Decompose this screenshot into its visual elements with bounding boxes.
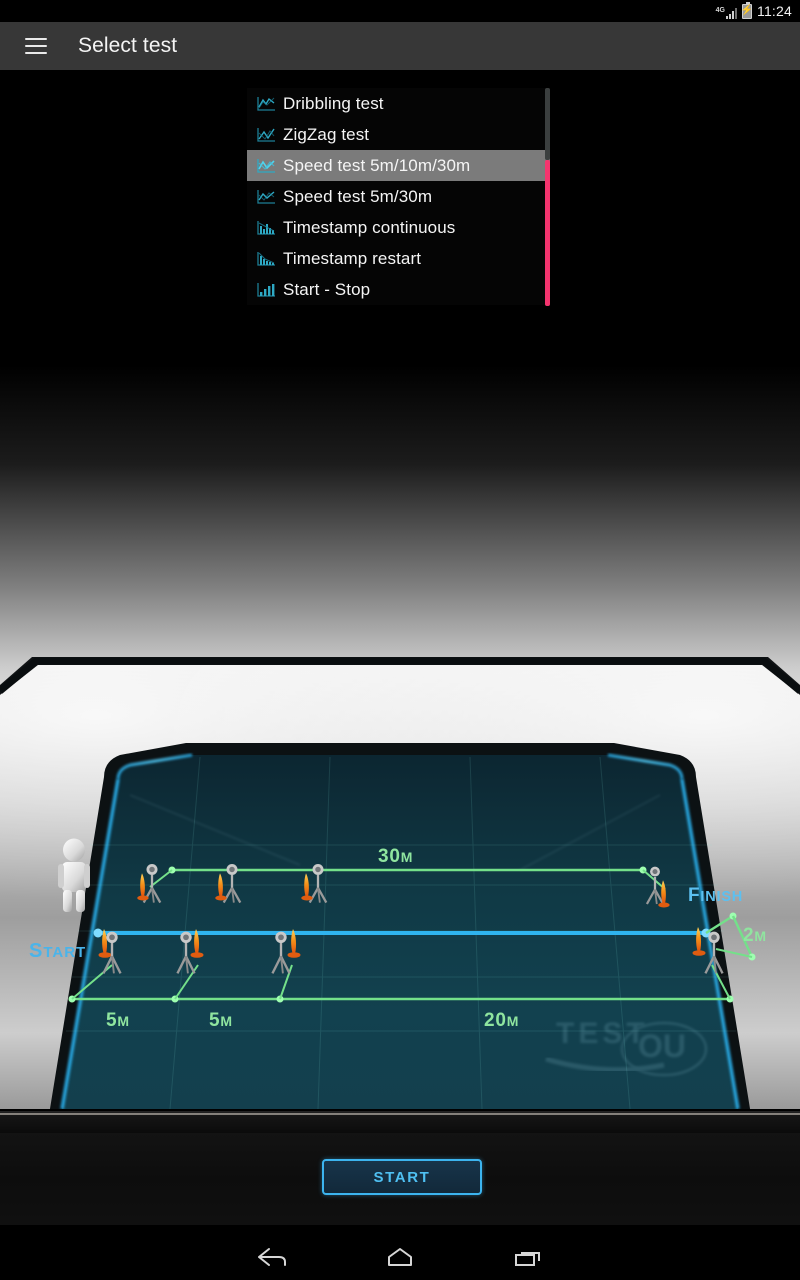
start-button[interactable]: START — [322, 1159, 482, 1195]
label-2m: 2M — [743, 925, 767, 946]
battery-bolt-glyph: ⚡ — [740, 5, 754, 16]
scrollbar-track — [545, 88, 550, 160]
bar-decline-chart-icon — [249, 215, 283, 241]
android-nav-bar — [0, 1233, 800, 1280]
field-diagram-svg: TEST OU START FINISH 30M 2M 5M 5M 20M — [0, 365, 800, 1133]
dropdown-item-label: Dribbling test — [283, 93, 384, 113]
dropdown-item-label: Start - Stop — [283, 279, 371, 299]
hamburger-menu-icon[interactable] — [8, 22, 64, 70]
dropdown-item-speed-test-5m-30m[interactable]: Speed test 5m/30m — [247, 181, 550, 212]
recents-icon — [511, 1245, 545, 1269]
dropdown-item-label: Speed test 5m/30m — [283, 186, 433, 206]
battery-charging-icon: ⚡ — [740, 1, 754, 19]
dropdown-item-dribbling-test[interactable]: Dribbling test — [247, 88, 550, 119]
status-bar-clock: 11:24 — [757, 3, 792, 19]
page-title: Select test — [78, 34, 178, 57]
dropdown-scrollbar[interactable] — [545, 88, 551, 306]
label-5m-b: 5M — [209, 1010, 233, 1031]
label-finish: FINISH — [688, 885, 743, 906]
back-icon — [255, 1245, 289, 1269]
signal-bars-icon: 4G — [716, 4, 737, 19]
dropdown-item-start-stop[interactable]: Start - Stop — [247, 274, 550, 305]
label-start: START — [29, 940, 86, 962]
label-5m-a: 5M — [106, 1010, 130, 1031]
dropdown-item-zigzag-test[interactable]: ZigZag test — [247, 119, 550, 150]
dropdown-item-speed-test-5m-10m-30m[interactable]: Speed test 5m/10m/30m — [247, 150, 550, 181]
back-button[interactable] — [208, 1233, 336, 1280]
home-icon — [383, 1245, 417, 1269]
dropdown-item-label: Timestamp restart — [283, 248, 422, 268]
app-screen: 4G ⚡ 11:24 Select test TEST OU START FIN… — [0, 0, 800, 1280]
start-button-label: START — [373, 1168, 431, 1186]
signal-strength-bars — [726, 7, 737, 19]
svg-text:TEST: TEST — [556, 1017, 649, 1050]
line-chart-icon — [249, 184, 283, 210]
dropdown-item-label: Speed test 5m/10m/30m — [283, 155, 471, 175]
dropdown-item-label: ZigZag test — [283, 124, 370, 144]
bar-drop-chart-icon — [249, 246, 283, 272]
label-20m: 20M — [484, 1010, 519, 1031]
status-bar-icons: 4G ⚡ 11:24 — [716, 1, 792, 19]
home-button[interactable] — [336, 1233, 464, 1280]
svg-text:OU: OU — [638, 1028, 686, 1064]
speed-chart-icon — [249, 153, 283, 179]
zigzag-chart-icon — [249, 122, 283, 148]
bar-chart-icon — [249, 277, 283, 303]
test-select-dropdown[interactable]: Dribbling test ZigZag test Speed test 5m… — [247, 88, 550, 305]
dropdown-item-label: Timestamp continuous — [283, 217, 456, 237]
app-bar: Select test — [0, 22, 800, 70]
network-type-label: 4G — [715, 6, 725, 14]
label-30m: 30M — [378, 846, 413, 867]
test-illustration: TEST OU START FINISH 30M 2M 5M 5M 20M — [0, 365, 800, 1133]
status-bar: 4G ⚡ 11:24 — [0, 0, 800, 22]
dropdown-item-timestamp-continuous[interactable]: Timestamp continuous — [247, 212, 550, 243]
recents-button[interactable] — [464, 1233, 592, 1280]
scrollbar-thumb[interactable] — [545, 160, 550, 306]
line-chart-icon — [249, 91, 283, 117]
dropdown-item-timestamp-restart[interactable]: Timestamp restart — [247, 243, 550, 274]
action-bar: START — [0, 1133, 800, 1225]
